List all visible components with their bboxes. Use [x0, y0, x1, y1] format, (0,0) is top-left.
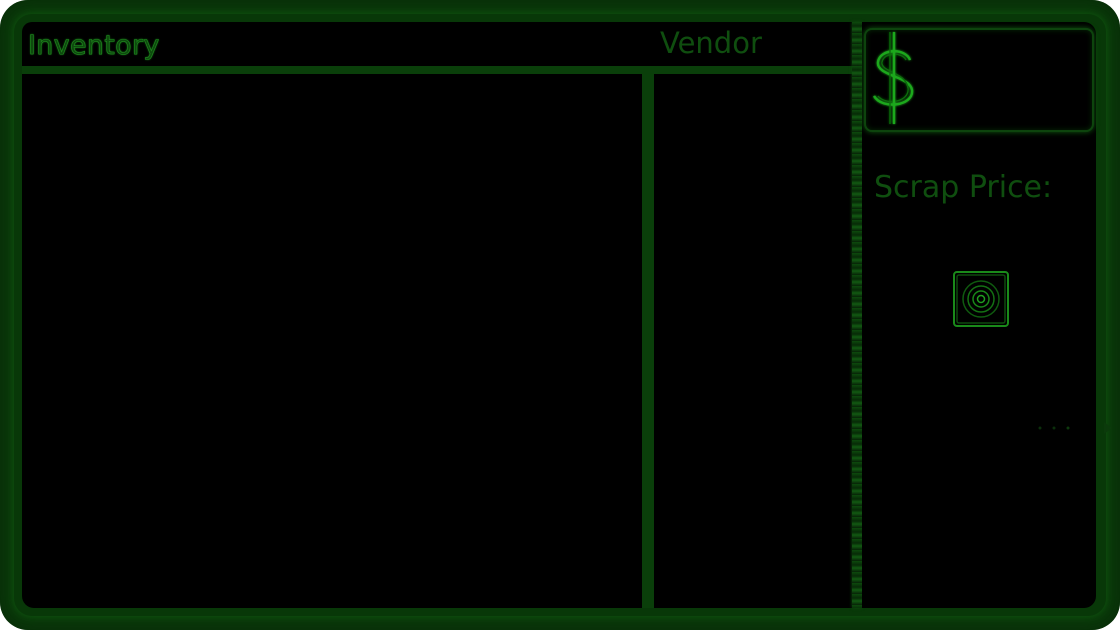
- inventory-list[interactable]: [22, 74, 642, 608]
- vendor-list[interactable]: [654, 74, 852, 608]
- inventory-title: Inventory: [28, 30, 160, 62]
- vendor-title: Vendor: [660, 26, 762, 60]
- inventory-header: Inventory Vendor: [22, 22, 852, 66]
- edge-marker: [1034, 420, 1114, 436]
- scrap-price-label: Scrap Price:: [874, 170, 1053, 205]
- target-icon[interactable]: [952, 270, 1010, 328]
- header-divider: [22, 66, 852, 74]
- side-strip-divider: [852, 22, 862, 608]
- dollar-icon: [866, 26, 922, 130]
- inventory-vendor-divider: [642, 74, 654, 608]
